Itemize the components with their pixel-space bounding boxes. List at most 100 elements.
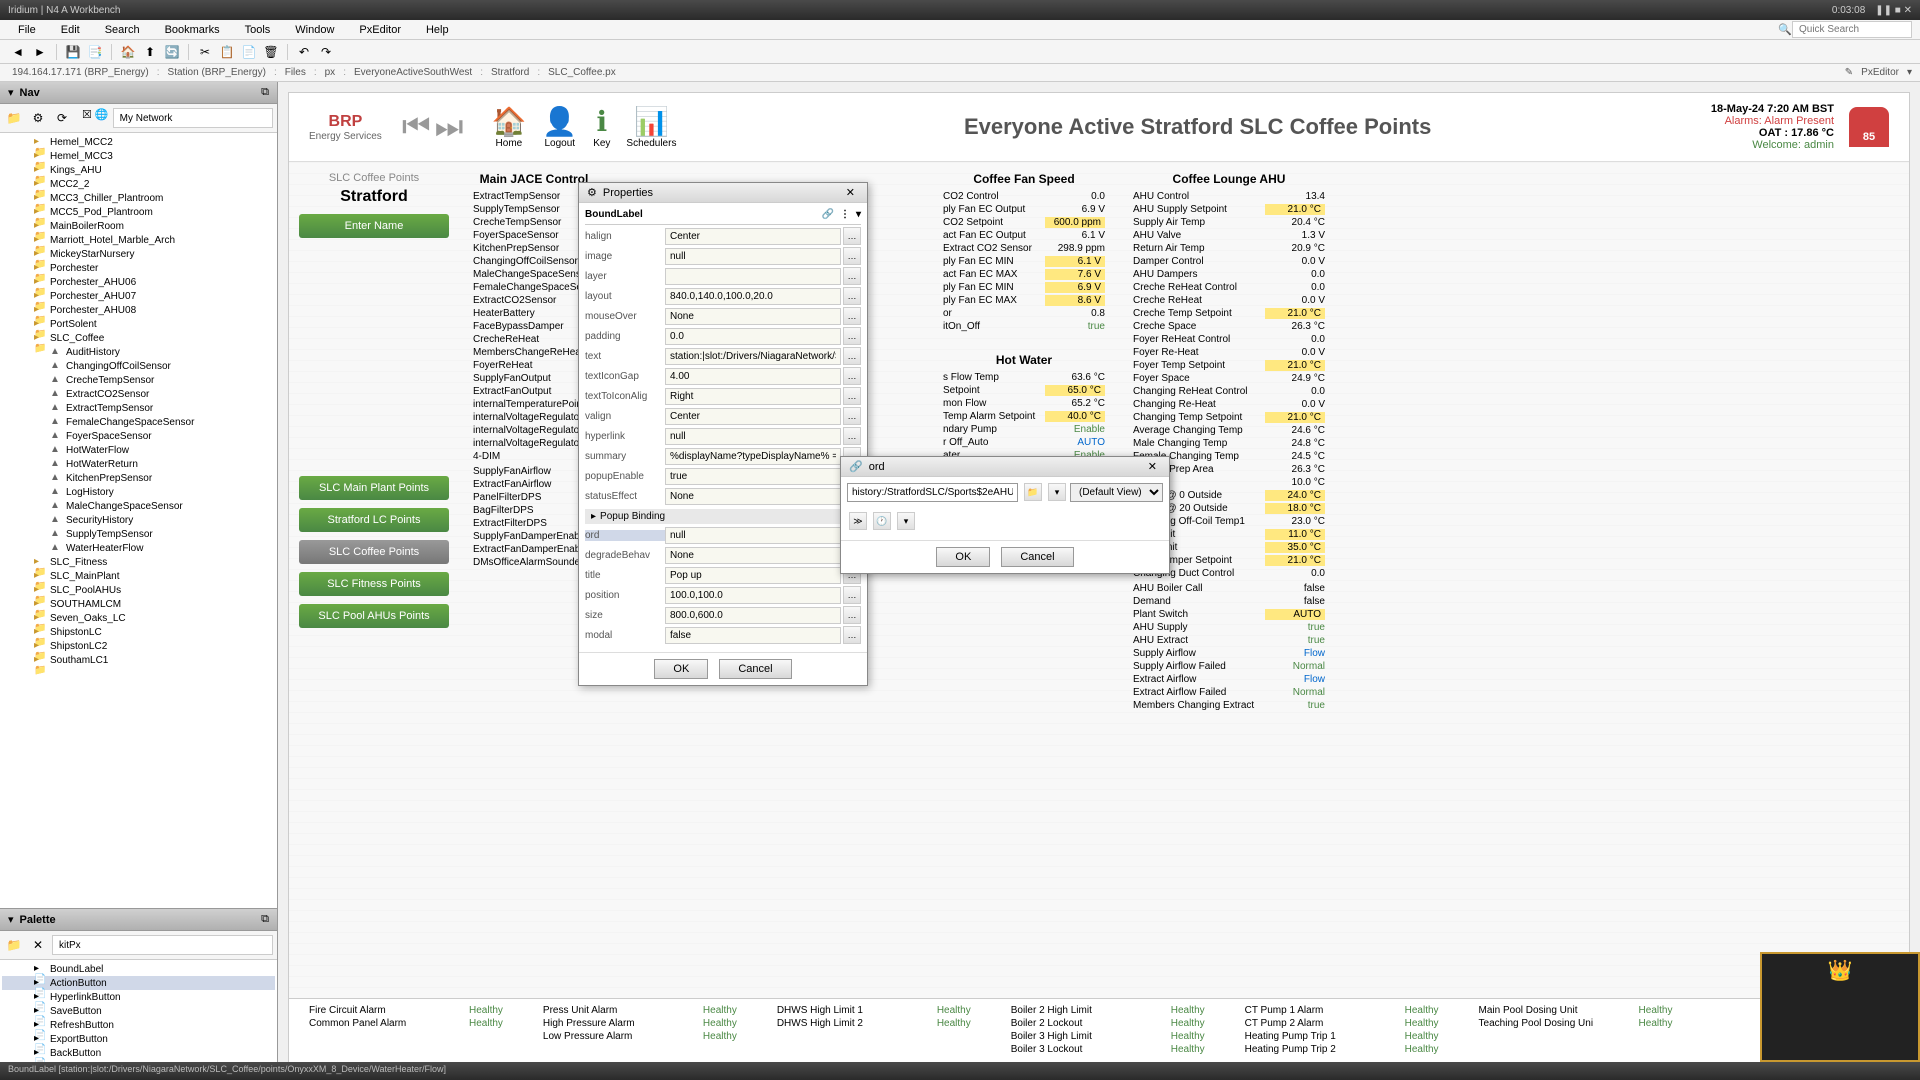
tree-item[interactable]: ▸ 📁 Seven_Oaks_LC [2,611,275,625]
property-input[interactable] [665,288,841,305]
breadcrumb-file[interactable]: SLC_Coffee.px [544,67,620,78]
nav-point-button[interactable]: SLC Main Plant Points [299,476,449,500]
property-input[interactable] [665,388,841,405]
data-row[interactable]: ply Fan EC Output6.9 V [939,203,1109,216]
nav-refresh-icon[interactable]: ⟳ [52,108,72,128]
palette-item[interactable]: ▸ 📄 SaveButton [2,1004,275,1018]
undo-button[interactable]: ↶ [294,42,314,62]
data-row[interactable]: Supply AirflowFlow [1129,647,1329,660]
menu-tools[interactable]: Tools [235,22,281,38]
menu-pxeditor[interactable]: PxEditor [349,22,411,38]
dropdown-icon[interactable]: ▾ [1048,483,1066,501]
more-icon[interactable]: … [843,327,861,345]
tree-item[interactable]: ▸ 📁 MCC2_2 [2,177,275,191]
collapse-icon[interactable]: ▾ [8,913,14,926]
data-row[interactable]: Creche ReHeat Control0.0 [1129,281,1329,294]
more-icon[interactable]: … [843,347,861,365]
menu-window[interactable]: Window [285,22,344,38]
more-icon[interactable]: … [843,427,861,445]
tree-item[interactable]: ▸ 📁 ShipstonLC2 [2,639,275,653]
view-select[interactable]: (Default View) [1070,483,1163,502]
data-row[interactable]: Setpoint65.0 °C [939,384,1109,397]
breadcrumb-sub[interactable]: Stratford [487,67,533,78]
tree-item[interactable]: ▲ MaleChangeSpaceSensor [2,499,275,513]
tree-item[interactable]: ▲ HotWaterReturn [2,457,275,471]
more-icon[interactable]: … [843,626,861,644]
tree-item[interactable]: ▸ 📁 SLC_MainPlant [2,569,275,583]
property-input[interactable] [665,308,841,325]
data-row[interactable]: Foyer ReHeat Control0.0 [1129,333,1329,346]
redo-button[interactable]: ↷ [316,42,336,62]
save-all-button[interactable]: 📑 [85,42,105,62]
data-row[interactable]: AHU Extracttrue [1129,634,1329,647]
menu-bookmarks[interactable]: Bookmarks [155,22,230,38]
data-row[interactable]: Changing ReHeat Control0.0 [1129,385,1329,398]
data-row[interactable]: CO2 Setpoint600.0 ppm [939,216,1109,229]
property-input[interactable] [665,527,841,544]
palette-item[interactable]: ▸ 📄 ActionButton [2,976,275,990]
tree-item[interactable]: ▸ 📁 SLC_PoolAHUs [2,583,275,597]
tree-item[interactable]: ▲ FoyerSpaceSensor [2,429,275,443]
property-input[interactable] [665,248,841,265]
expand-icon[interactable]: ▸ [591,511,596,522]
breadcrumb-ip[interactable]: 194.164.17.171 (BRP_Energy) [8,67,153,78]
schedulers-nav[interactable]: 📊Schedulers [626,105,676,149]
more-icon[interactable]: … [843,247,861,265]
property-input[interactable] [665,567,841,584]
tree-item[interactable]: ▸ 📁 MickeyStarNursery [2,247,275,261]
data-row[interactable]: Changing Re-Heat0.0 V [1129,398,1329,411]
copy-button[interactable]: 📋 [217,42,237,62]
home-icon[interactable]: 🏠 [118,42,138,62]
property-input[interactable] [665,607,841,624]
data-row[interactable]: Creche ReHeat0.0 V [1129,294,1329,307]
breadcrumb-files[interactable]: Files [281,67,310,78]
forward-button[interactable]: ► [30,42,50,62]
tree-item[interactable]: ▲ ExtractCO2Sensor [2,387,275,401]
data-row[interactable]: Extract Airflow FailedNormal [1129,686,1329,699]
property-input[interactable] [665,448,841,465]
home-nav[interactable]: 🏠Home [491,105,526,149]
more-icon[interactable]: … [843,606,861,624]
tree-item[interactable]: ▸ 📁 Porchester_AHU08 [2,303,275,317]
data-row[interactable]: AHU Control13.4 [1129,190,1329,203]
property-input[interactable] [665,408,841,425]
tree-item[interactable]: ▲ KitchenPrepSensor [2,471,275,485]
more-icon[interactable]: … [843,267,861,285]
tree-item[interactable]: ▸ 📁 MCC5_Pod_Plantroom [2,205,275,219]
back-button[interactable]: ◄ [8,42,28,62]
tree-item[interactable]: ▸ 📁 ShipstonLC [2,625,275,639]
tree-item[interactable]: ▸ 📁 MCC3_Chiller_Plantroom [2,191,275,205]
tree-item[interactable]: ▸ 📁 Porchester_AHU07 [2,289,275,303]
property-input[interactable] [665,228,841,245]
nav-tree[interactable]: ▸ 📁 Hemel_MCC2▸ 📁 Hemel_MCC3▸ 📁 Kings_AH… [0,133,277,908]
ord-input[interactable] [847,483,1018,502]
property-input[interactable] [665,428,841,445]
tree-item[interactable]: ▸ 📁 MainBoilerRoom [2,219,275,233]
tree-item[interactable]: ▸ 📁 PortSolent [2,317,275,331]
nav-config-icon[interactable]: ⚙ [28,108,48,128]
data-row[interactable]: Creche Temp Setpoint21.0 °C [1129,307,1329,320]
ok-button[interactable]: OK [936,547,990,567]
data-row[interactable]: act Fan EC Output6.1 V [939,229,1109,242]
history-icon[interactable]: 🕐 [873,512,891,530]
palette-close-icon[interactable]: ✕ [28,935,48,955]
palette-item[interactable]: ▸ 📄 HyperlinkButton [2,990,275,1004]
data-row[interactable]: itOn_Offtrue [939,320,1109,333]
property-input[interactable] [665,587,841,604]
nav-point-button[interactable]: SLC Coffee Points [299,540,449,564]
menu-file[interactable]: File [8,22,46,38]
property-input[interactable] [665,348,841,365]
data-row[interactable]: Foyer Temp Setpoint21.0 °C [1129,359,1329,372]
folder-icon[interactable]: 📁 [1024,483,1042,501]
next-arrow-icon[interactable]: ⏭ [435,108,464,146]
data-row[interactable]: Plant SwitchAUTO [1129,608,1329,621]
tree-item[interactable]: ▸ 📁 Kings_AHU [2,163,275,177]
data-row[interactable]: Creche Space26.3 °C [1129,320,1329,333]
cut-button[interactable]: ✂ [195,42,215,62]
data-row[interactable]: Extract CO2 Sensor298.9 ppm [939,242,1109,255]
more-icon[interactable]: … [843,287,861,305]
menu-icon[interactable]: ▾ [856,209,861,220]
menu-search[interactable]: Search [95,22,150,38]
property-input[interactable] [665,488,841,505]
nav-point-button[interactable]: SLC Fitness Points [299,572,449,596]
